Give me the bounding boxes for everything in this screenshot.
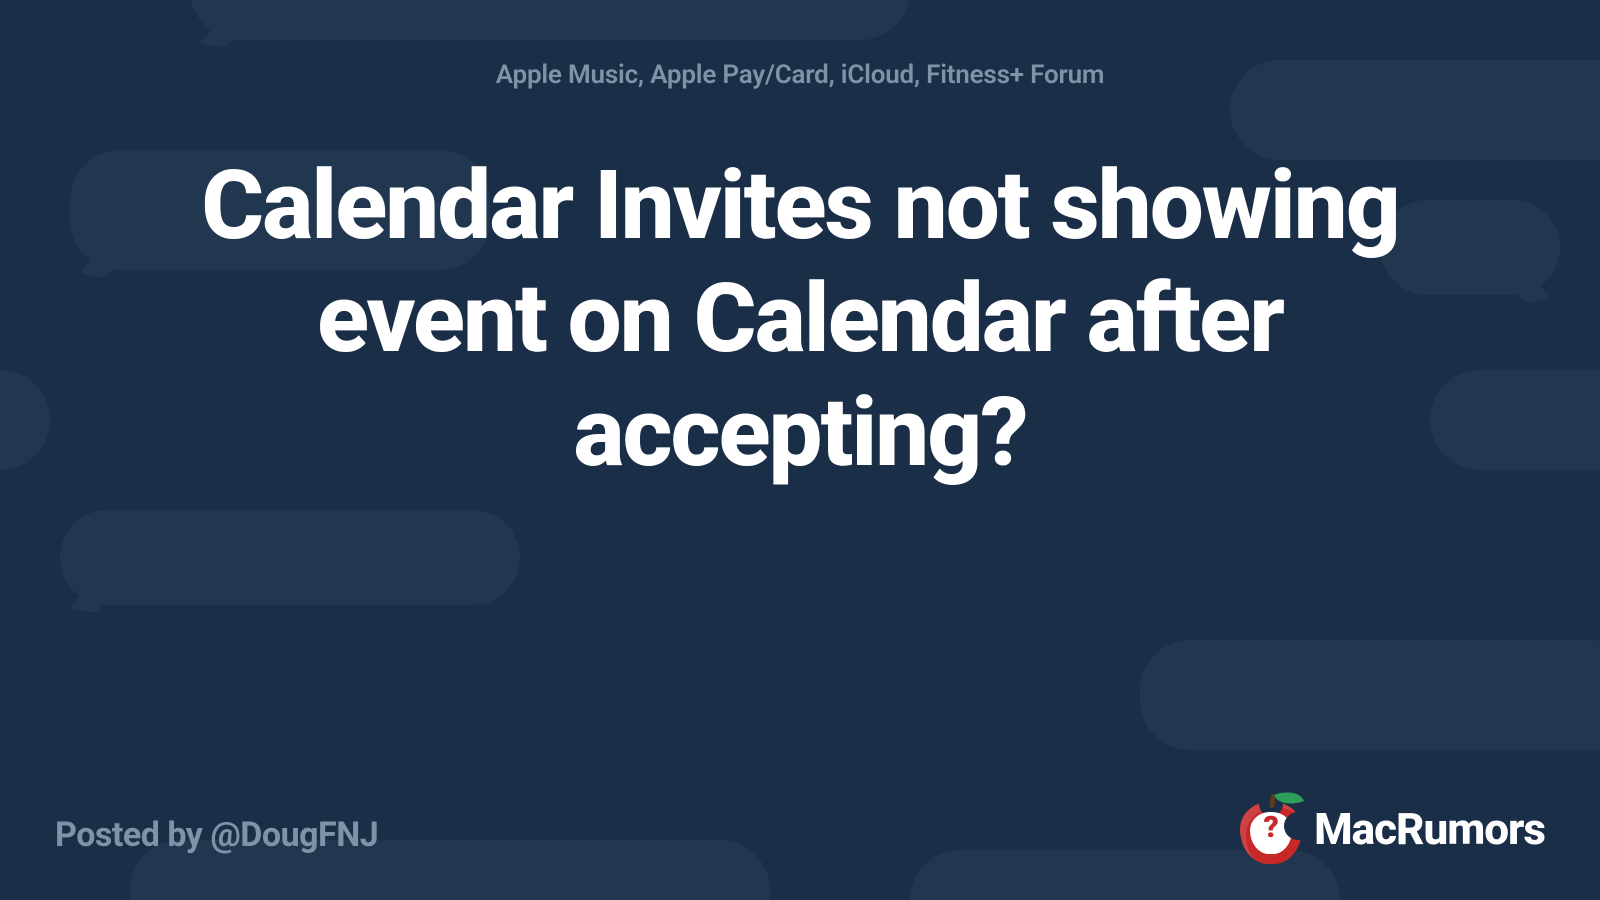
brand-name: MacRumors	[1314, 803, 1545, 855]
brand-block: ? MacRumors	[1236, 790, 1545, 868]
thread-title: Calendar Invites not showing event on Ca…	[0, 150, 1600, 490]
forum-category-label: Apple Music, Apple Pay/Card, iCloud, Fit…	[0, 60, 1600, 90]
bg-bubble	[60, 510, 520, 605]
bg-bubble	[190, 0, 910, 40]
posted-by-label: Posted by @DougFNJ	[55, 815, 378, 855]
macrumors-logo-icon: ?	[1236, 790, 1306, 868]
bg-bubble	[1140, 640, 1600, 750]
